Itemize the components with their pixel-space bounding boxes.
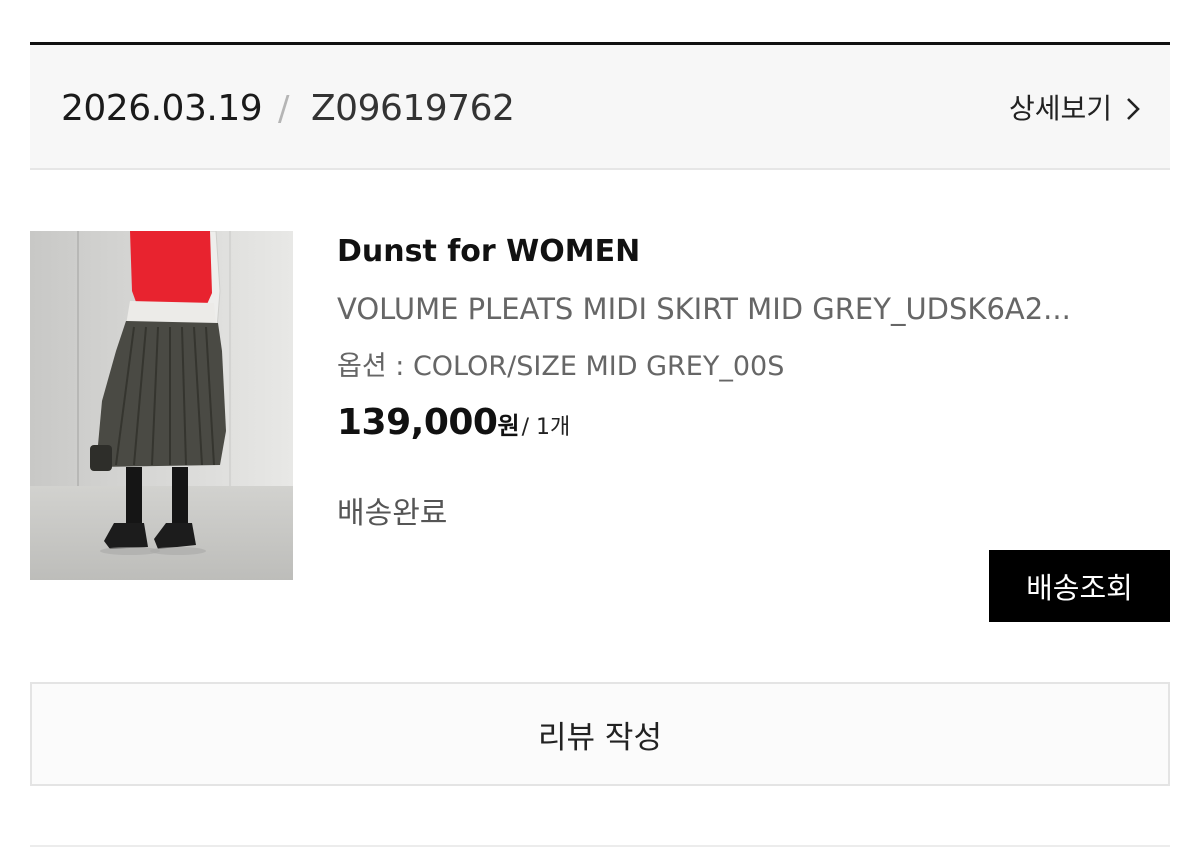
order-detail-label: 상세보기 bbox=[1008, 92, 1112, 125]
order-header: 2026.03.19 / Z09619762 상세보기 bbox=[30, 45, 1170, 170]
order-date: 2026.03.19 bbox=[61, 88, 263, 129]
product-price: 139,000 bbox=[337, 402, 498, 443]
chevron-right-icon bbox=[1127, 98, 1140, 120]
price-currency: 원 bbox=[497, 412, 520, 440]
order-separator: / bbox=[278, 89, 290, 129]
track-delivery-button[interactable]: 배송조회 bbox=[989, 550, 1170, 622]
order-number: Z09619762 bbox=[311, 88, 515, 129]
price-row: 139,000 원 / 1개 bbox=[337, 402, 570, 446]
product-quantity: / 1개 bbox=[521, 415, 571, 440]
product-option: 옵션 : COLOR/SIZE MID GREY_00S bbox=[337, 351, 785, 382]
write-review-button[interactable]: 리뷰 작성 bbox=[30, 682, 1170, 786]
product-photo bbox=[30, 231, 293, 580]
product-name[interactable]: VOLUME PLEATS MIDI SKIRT MID GREY_UDSK6A… bbox=[337, 290, 1167, 328]
bottom-divider bbox=[30, 845, 1170, 847]
product-brand: Dunst for WOMEN bbox=[337, 234, 641, 269]
product-thumbnail[interactable] bbox=[30, 231, 293, 580]
order-detail-link[interactable]: 상세보기 bbox=[1009, 91, 1144, 127]
delivery-status: 배송완료 bbox=[337, 496, 448, 531]
